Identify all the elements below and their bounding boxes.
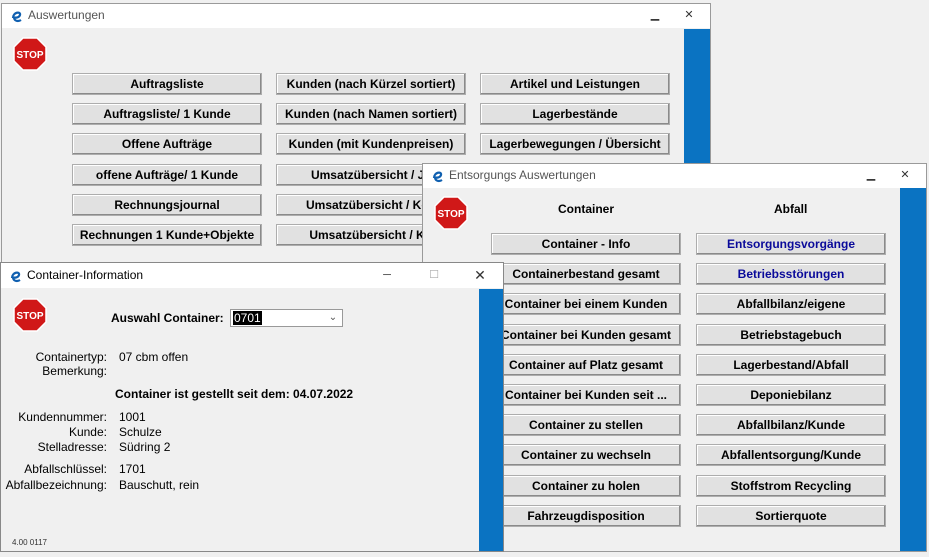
version-text: 4.00 0117 <box>12 538 47 547</box>
report-button[interactable]: Auftragsliste <box>72 73 262 95</box>
bemerkung-label: Bemerkung: <box>42 364 107 378</box>
report-button[interactable]: Entsorgungsvorgänge <box>696 233 886 255</box>
side-accent-bar <box>900 188 926 551</box>
stop-sign-icon[interactable]: STOP <box>434 196 468 230</box>
kundennummer-value: 1001 <box>119 410 146 424</box>
report-button[interactable]: Deponiebilanz <box>696 384 886 406</box>
report-button[interactable]: Stoffstrom Recycling <box>696 474 886 497</box>
report-button[interactable]: Container - Info <box>491 233 681 255</box>
containertyp-label: Containertyp: <box>35 350 107 364</box>
report-button[interactable]: Container auf Platz gesamt <box>491 353 681 376</box>
e-logo-icon <box>11 11 22 23</box>
kunde-value: Schulze <box>119 425 162 439</box>
abfallschluessel-value: 1701 <box>119 462 146 476</box>
titlebar[interactable]: Auswertungen ▁ ✕ <box>2 4 710 28</box>
window-title: Auswertungen <box>28 8 105 22</box>
report-button[interactable]: Container zu wechseln <box>491 444 681 467</box>
report-button[interactable]: Fahrzeugdisposition <box>491 504 681 527</box>
containertyp-value: 07 cbm offen <box>119 350 189 364</box>
report-button[interactable]: Abfallentsorgung/Kunde <box>696 444 886 467</box>
close-icon[interactable]: ✕ <box>894 167 916 183</box>
close-icon[interactable]: ✕ <box>678 7 700 23</box>
abfallbezeichnung-value: Bauschutt, rein <box>119 478 200 492</box>
report-button[interactable]: Container bei Kunden seit ... <box>491 384 681 406</box>
report-button[interactable]: Betriebsstörungen <box>696 263 886 286</box>
stelladresse-label: Stelladresse: <box>37 440 107 454</box>
container-select[interactable]: 0701 ⌄ <box>230 309 343 327</box>
abfallbezeichnung-label: Abfallbezeichnung: <box>5 478 107 492</box>
window-title: Container-Information <box>27 268 144 282</box>
report-button[interactable]: Sortierquote <box>696 504 886 527</box>
report-button[interactable]: offene Aufträge/ 1 Kunde <box>72 163 262 186</box>
e-logo-icon <box>10 271 21 283</box>
report-button[interactable]: Auftragsliste/ 1 Kunde <box>72 103 262 126</box>
titlebar[interactable]: Entsorgungs Auswertungen ▁ ✕ <box>423 164 926 188</box>
report-button[interactable]: Kunden (nach Kürzel sortiert) <box>276 73 466 95</box>
report-button[interactable]: Containerbestand gesamt <box>491 263 681 286</box>
abfallschluessel-label: Abfallschlüssel: <box>24 462 107 476</box>
minimize-icon[interactable]: ▁ <box>860 167 882 183</box>
gestellt-seit-text: Container ist gestellt seit dem: 04.07.2… <box>115 387 354 401</box>
report-button[interactable]: Offene Aufträge <box>72 133 262 156</box>
stop-label: STOP <box>16 311 43 322</box>
stop-label: STOP <box>16 50 43 61</box>
stop-sign-icon[interactable]: STOP <box>13 298 47 332</box>
report-button[interactable]: Lagerbestand/Abfall <box>696 353 886 376</box>
report-button[interactable]: Rechnungsjournal <box>72 193 262 216</box>
window-container-information: Container-Information ─ ☐ ✕ STOP Auswahl… <box>0 262 504 552</box>
window-title: Entsorgungs Auswertungen <box>449 168 596 182</box>
chevron-down-icon[interactable]: ⌄ <box>325 310 341 326</box>
stelladresse-value: Südring 2 <box>119 440 171 454</box>
header-container: Container <box>558 202 615 216</box>
minimize-icon[interactable]: ▁ <box>644 7 666 23</box>
report-button[interactable]: Artikel und Leistungen <box>480 73 670 95</box>
stop-sign-icon[interactable]: STOP <box>13 37 47 71</box>
maximize-icon[interactable]: ☐ <box>423 267 445 283</box>
report-button[interactable]: Lagerbewegungen / Übersicht <box>480 133 670 156</box>
report-button[interactable]: Abfallbilanz/Kunde <box>696 414 886 437</box>
report-button[interactable]: Abfallbilanz/eigene <box>696 293 886 316</box>
auswahl-container-label: Auswahl Container: <box>111 311 224 325</box>
kundennummer-label: Kundennummer: <box>18 410 107 424</box>
report-button[interactable]: Container bei einem Kunden <box>491 293 681 316</box>
titlebar[interactable]: Container-Information ─ ☐ ✕ <box>1 263 503 288</box>
header-abfall: Abfall <box>774 202 808 216</box>
kunde-label: Kunde: <box>68 425 107 439</box>
stop-label: STOP <box>437 209 464 220</box>
report-button[interactable]: Container bei Kunden gesamt <box>491 323 681 346</box>
report-button[interactable]: Rechnungen 1 Kunde+Objekte <box>72 224 262 246</box>
e-logo-icon <box>432 171 443 183</box>
report-button[interactable]: Container zu holen <box>491 474 681 497</box>
container-select-value: 0701 <box>233 311 262 325</box>
side-accent-bar <box>479 289 503 551</box>
close-icon[interactable]: ✕ <box>469 267 491 283</box>
report-button[interactable]: Betriebstagebuch <box>696 323 886 346</box>
minimize-icon[interactable]: ─ <box>376 267 398 283</box>
report-button[interactable]: Kunden (mit Kundenpreisen) <box>276 133 466 156</box>
report-button[interactable]: Kunden (nach Namen sortiert) <box>276 103 466 126</box>
report-button[interactable]: Container zu stellen <box>491 414 681 437</box>
report-button[interactable]: Lagerbestände <box>480 103 670 126</box>
